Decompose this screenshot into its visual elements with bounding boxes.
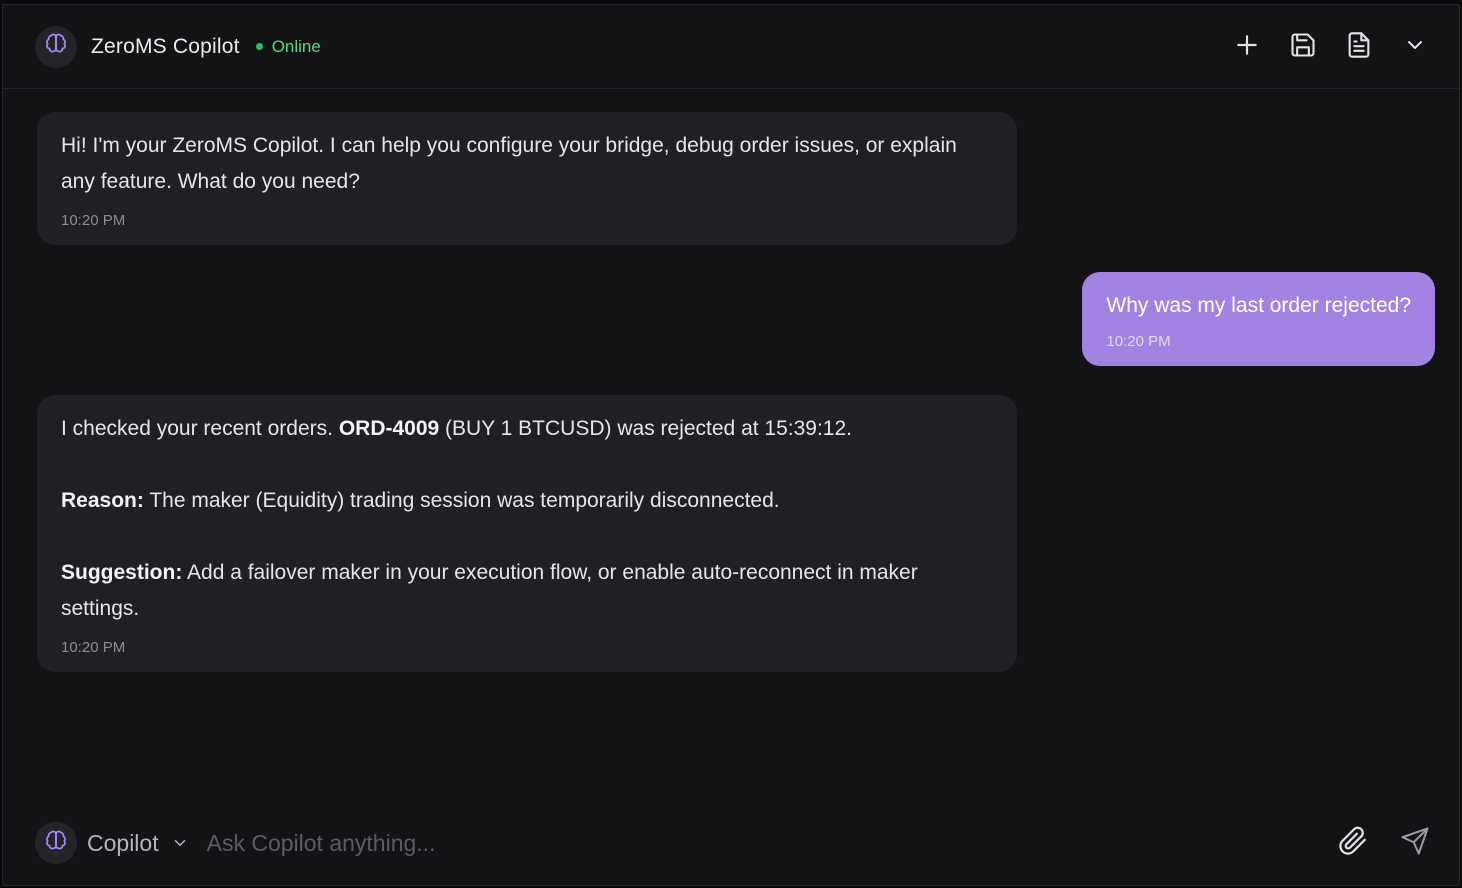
message-text: Why was my last order rejected? (1106, 294, 1411, 317)
header-actions (1213, 25, 1437, 69)
attach-button[interactable] (1331, 821, 1375, 865)
message-paragraph: Reason: The maker (Equidity) trading ses… (61, 483, 993, 519)
message-paragraph: Suggestion: Add a failover maker in your… (61, 555, 993, 627)
save-icon (1289, 31, 1317, 64)
chat-title: ZeroMS Copilot (91, 34, 240, 58)
assistant-message: I checked your recent orders. ORD-4009 (… (37, 395, 1017, 672)
brain-icon (45, 33, 67, 60)
export-chat-button[interactable] (1337, 25, 1381, 69)
file-text-icon (1345, 31, 1373, 64)
online-dot-icon (255, 43, 263, 50)
message-paragraph: I checked your recent orders. ORD-4009 (… (61, 411, 993, 447)
new-chat-button[interactable] (1225, 25, 1269, 69)
message-text: Hi! I'm your ZeroMS Copilot. I can help … (61, 134, 957, 193)
chat-header: ZeroMS Copilot Online (3, 5, 1459, 89)
message-timestamp: 10:20 PM (61, 212, 126, 229)
plus-icon (1234, 32, 1260, 63)
prompt-input[interactable] (206, 823, 1297, 863)
collapse-panel-button[interactable] (1393, 25, 1437, 69)
save-chat-button[interactable] (1281, 25, 1325, 69)
mode-selector[interactable]: Copilot (87, 830, 189, 857)
copilot-window: ZeroMS Copilot Online Hi! I'm your ZeroM… (2, 4, 1460, 886)
chevron-down-icon (1403, 33, 1427, 62)
send-button[interactable] (1393, 821, 1437, 865)
text-segment: I checked your recent orders. (61, 417, 339, 440)
brain-icon (45, 830, 67, 857)
text-segment: The maker (Equidity) trading session was… (143, 489, 780, 512)
order-id: ORD-4009 (338, 417, 440, 440)
reason-label: Reason: (61, 489, 144, 512)
send-icon (1400, 826, 1430, 861)
paperclip-icon (1338, 826, 1368, 861)
text-segment: Add a failover maker in your execution f… (61, 561, 918, 620)
message-timestamp: 10:20 PM (1106, 333, 1171, 350)
composer-actions (1313, 821, 1437, 865)
message-timestamp: 10:20 PM (61, 639, 126, 656)
copilot-avatar (35, 822, 77, 864)
text-segment: (BUY 1 BTCUSD) was rejected at 15:39:12. (439, 417, 852, 440)
status-indicator: Online (255, 36, 321, 57)
status-label: Online (271, 36, 321, 56)
chevron-down-icon (171, 834, 189, 852)
assistant-message: Hi! I'm your ZeroMS Copilot. I can help … (37, 112, 1017, 245)
copilot-avatar (35, 25, 77, 68)
suggestion-label: Suggestion: (61, 561, 183, 584)
user-message: Why was my last order rejected? 10:20 PM (1082, 272, 1435, 366)
composer-bar: Copilot (3, 801, 1459, 885)
mode-label: Copilot (87, 829, 159, 856)
